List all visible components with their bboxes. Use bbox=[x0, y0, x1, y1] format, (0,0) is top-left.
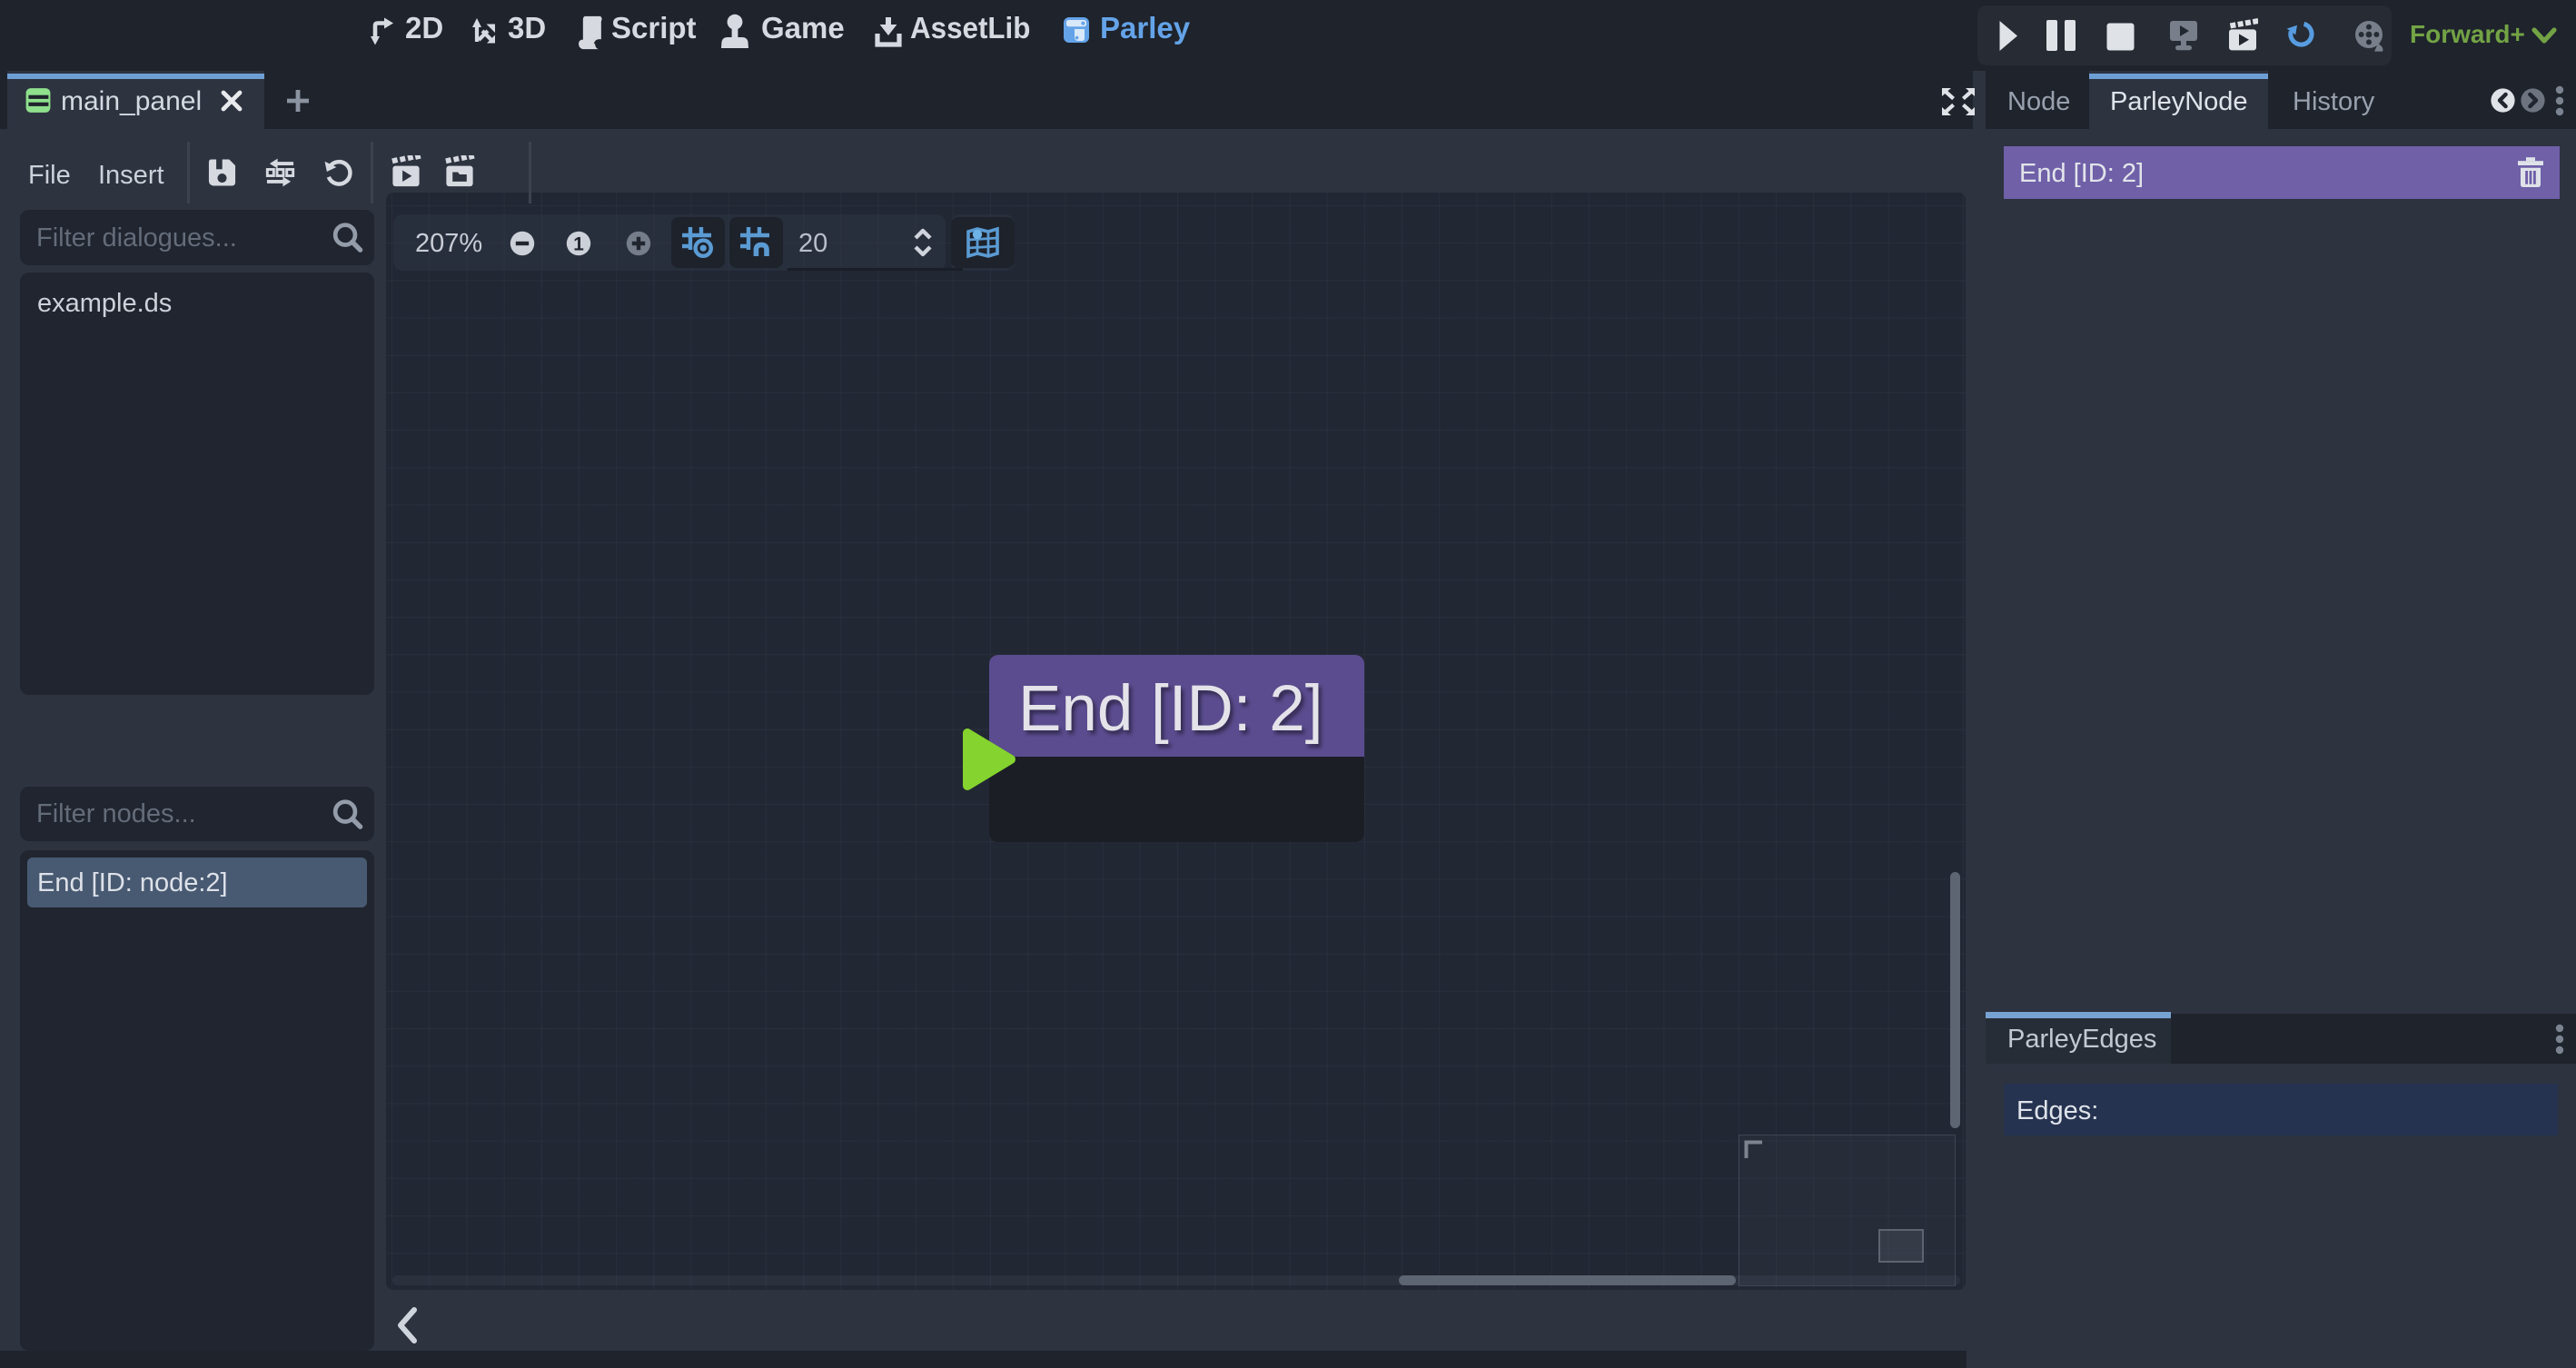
svg-text:1: 1 bbox=[573, 233, 584, 254]
